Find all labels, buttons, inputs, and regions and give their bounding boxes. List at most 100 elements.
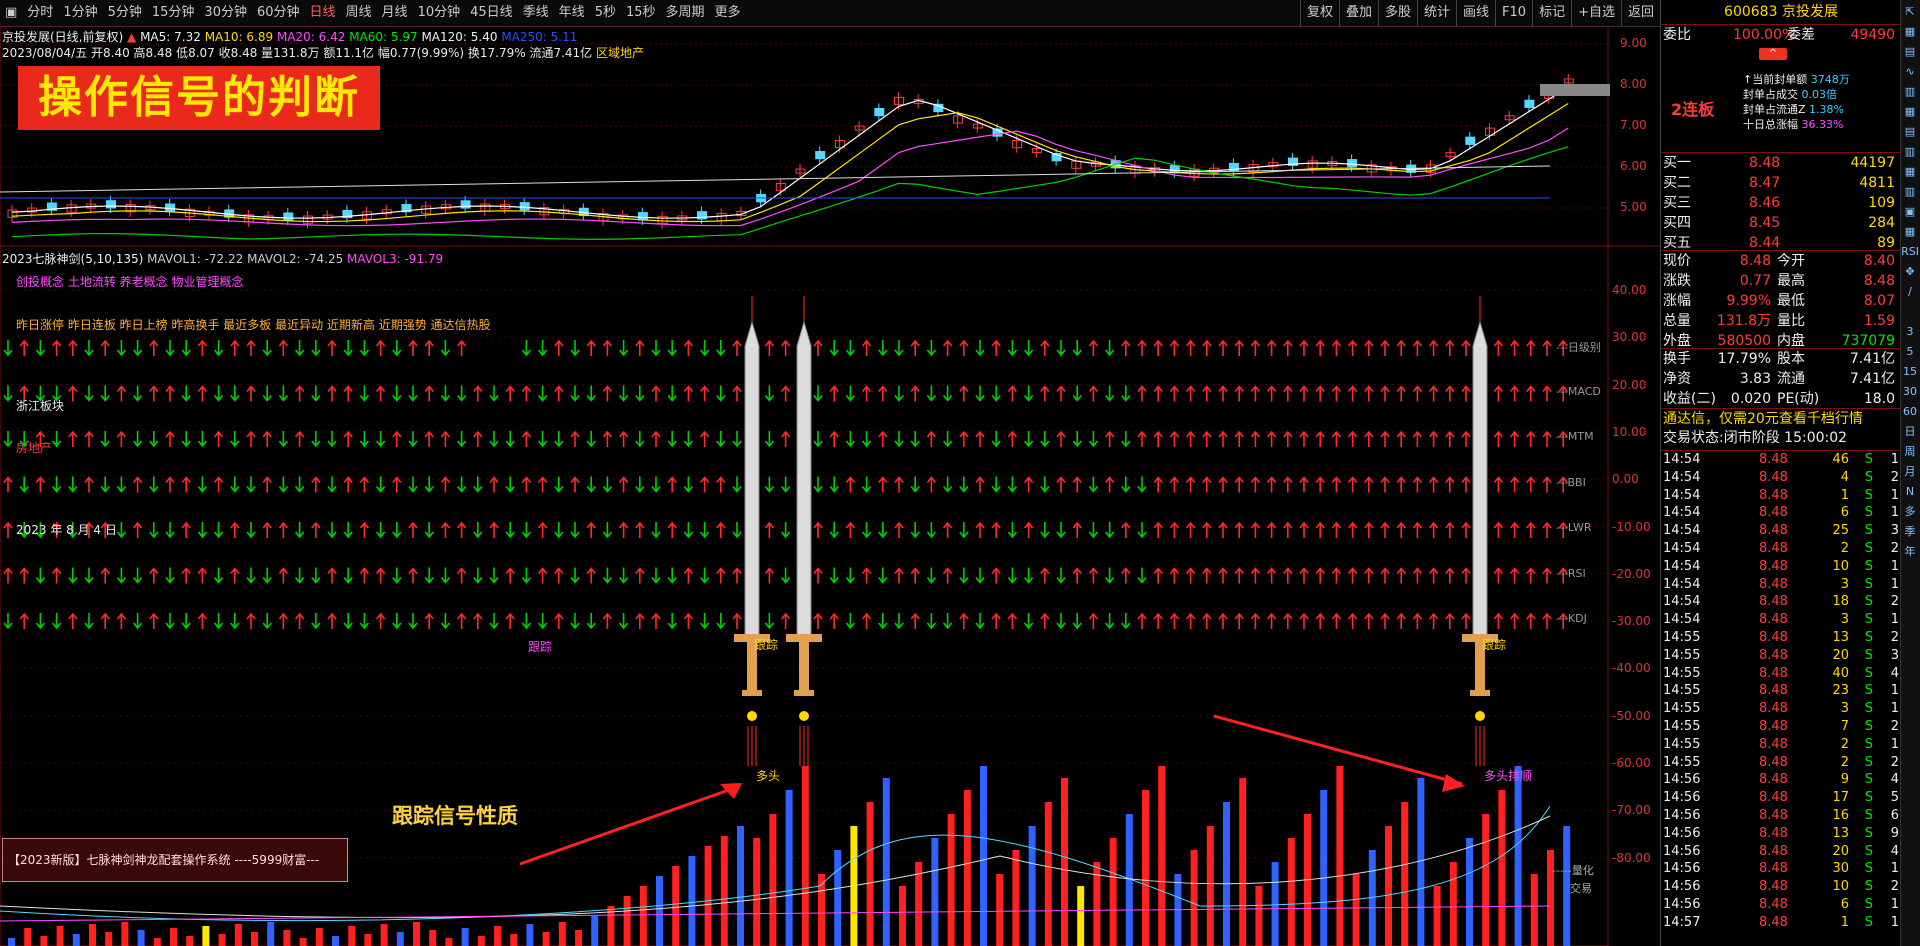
signal-arrow xyxy=(489,385,499,402)
side-tool-icon-24[interactable]: N xyxy=(1901,484,1919,500)
period-tab-15[interactable]: 多周期 xyxy=(661,0,710,26)
side-tool-icon-19[interactable]: 30 xyxy=(1901,384,1919,400)
volume-bar xyxy=(996,874,1004,946)
period-tab-2[interactable]: 5分钟 xyxy=(103,0,147,26)
side-tool-icon-4[interactable]: ▥ xyxy=(1901,84,1919,100)
signal-arrow xyxy=(1347,385,1358,402)
toolbar-button-8[interactable]: 返回 xyxy=(1620,0,1660,26)
signal-arrow xyxy=(829,476,839,493)
period-tab-5[interactable]: 60分钟 xyxy=(252,0,305,26)
bid-row[interactable]: 买四 8.45 284 xyxy=(1661,213,1901,233)
side-tool-icon-26[interactable]: 季 xyxy=(1901,524,1919,540)
indicator-title: 2023七脉神剑(5,10,135) xyxy=(2,252,144,266)
signal-arrow xyxy=(1137,612,1147,629)
quote-panel: 600683 京投发展 委比 100.00% 委差 49490 ^ 2连板 ↑当… xyxy=(1660,0,1903,946)
signal-arrow xyxy=(3,567,13,584)
side-tool-icon-3[interactable]: ∿ xyxy=(1901,64,1919,80)
period-tab-11[interactable]: 季线 xyxy=(518,0,554,26)
signal-arrow xyxy=(1218,567,1228,584)
side-tool-icon-2[interactable]: ▤ xyxy=(1901,44,1919,60)
toolbar-button-5[interactable]: F10 xyxy=(1495,0,1532,26)
side-tool-icon-16[interactable]: 3 xyxy=(1901,324,1919,340)
signal-arrow xyxy=(1509,476,1520,493)
signal-arrow xyxy=(894,476,904,493)
side-tool-icon-27[interactable]: 年 xyxy=(1901,544,1919,560)
toolbar-button-1[interactable]: 叠加 xyxy=(1338,0,1378,26)
volume-bar xyxy=(1514,766,1522,946)
side-tool-icon-14[interactable]: ∕ xyxy=(1901,284,1919,300)
side-tool-icon-11[interactable]: ▦ xyxy=(1901,224,1919,240)
side-tool-icon-9[interactable]: ▥ xyxy=(1901,184,1919,200)
signal-arrow xyxy=(667,340,677,357)
side-tool-icon-23[interactable]: 月 xyxy=(1901,464,1919,480)
kline-chart[interactable] xyxy=(0,26,1660,946)
side-tool-icon-21[interactable]: 日 xyxy=(1901,424,1919,440)
signal-arrow xyxy=(149,339,159,356)
sector-link[interactable]: 区域地产 xyxy=(596,46,644,60)
volume-bar xyxy=(1223,802,1230,946)
side-tool-icon-18[interactable]: 15 xyxy=(1901,364,1919,380)
side-tool-icon-1[interactable]: ▦ xyxy=(1901,24,1919,40)
signal-arrow xyxy=(1234,521,1244,538)
period-tab-3[interactable]: 15分钟 xyxy=(147,0,200,26)
side-tool-icon-22[interactable]: 周 xyxy=(1901,444,1919,460)
signal-arrow xyxy=(1428,476,1439,493)
period-tab-0[interactable]: 分时 xyxy=(22,0,58,26)
toolbar-button-2[interactable]: 多股 xyxy=(1377,0,1417,26)
side-tool-icon-12[interactable]: RSI xyxy=(1901,244,1919,260)
side-tool-icon-7[interactable]: ▥ xyxy=(1901,144,1919,160)
bid-row[interactable]: 买一 8.48 44197 xyxy=(1661,153,1901,173)
volume-bar xyxy=(170,928,177,946)
period-tab-4[interactable]: 30分钟 xyxy=(199,0,252,26)
period-tab-10[interactable]: 45日线 xyxy=(465,0,518,26)
toolbar-button-3[interactable]: 统计 xyxy=(1417,0,1456,26)
side-tool-icon-20[interactable]: 60 xyxy=(1901,404,1919,420)
volume-bar xyxy=(1433,886,1441,946)
side-tool-icon-8[interactable]: ▦ xyxy=(1901,164,1919,180)
period-tab-12[interactable]: 年线 xyxy=(554,0,590,26)
signal-arrow xyxy=(278,476,289,493)
signal-arrow xyxy=(910,431,920,448)
period-tab-6[interactable]: 日线 xyxy=(305,0,341,26)
signal-arrow xyxy=(894,385,904,402)
period-tab-13[interactable]: 5秒 xyxy=(590,0,621,26)
signal-arrow xyxy=(651,385,661,402)
bid-row[interactable]: 买二 8.47 4811 xyxy=(1661,173,1901,193)
side-tool-icon-10[interactable]: ▣ xyxy=(1901,204,1919,220)
side-tool-icon-6[interactable]: ▤ xyxy=(1901,124,1919,140)
period-tab-1[interactable]: 1分钟 xyxy=(58,0,102,26)
tick-list[interactable]: 14:54 8.48 46 S 1 14:54 8.48 4 S 2 14:54 8.48 1 S 1 14:… xyxy=(1661,450,1901,932)
signal-arrow xyxy=(1493,476,1504,493)
side-tool-icon-5[interactable]: ▦ xyxy=(1901,104,1919,120)
signal-arrow xyxy=(1364,385,1374,402)
promo-link[interactable]: 通达信，仅需20元查看千档行情 xyxy=(1661,408,1903,429)
toolbar-button-4[interactable]: 画线 xyxy=(1456,0,1495,26)
ma-line xyxy=(11,146,1569,240)
collapse-button[interactable]: ^ xyxy=(1759,48,1787,60)
side-tool-icon-17[interactable]: 5 xyxy=(1901,344,1919,360)
signal-arrow xyxy=(683,567,694,584)
toolbar-button-7[interactable]: +自选 xyxy=(1571,0,1621,26)
signal-arrow xyxy=(1445,521,1455,538)
period-tab-7[interactable]: 周线 xyxy=(341,0,377,26)
signal-arrow xyxy=(910,522,920,539)
bid-row[interactable]: 买三 8.46 109 xyxy=(1661,193,1901,213)
side-tool-icon-0[interactable]: ⇱ xyxy=(1901,4,1919,20)
period-tab-14[interactable]: 15秒 xyxy=(621,0,661,26)
toolbar-button-0[interactable]: 复权 xyxy=(1299,0,1339,26)
period-tab-9[interactable]: 10分钟 xyxy=(413,0,466,26)
signal-arrow xyxy=(473,522,483,539)
signal-arrow xyxy=(359,567,370,584)
panel-toggle-icon[interactable]: ▣ xyxy=(0,0,22,26)
signal-arrow xyxy=(1315,339,1325,356)
signal-arrow xyxy=(278,431,289,448)
side-tool-icon-13[interactable]: ✥ xyxy=(1901,264,1919,280)
ma-info-line: 京投发展(日线,前复权) ▲ MA5: 7.32 MA10: 6.89 MA20… xyxy=(2,28,577,45)
signal-arrow xyxy=(294,567,305,584)
side-tool-icon-25[interactable]: 多 xyxy=(1901,504,1919,520)
period-tab-8[interactable]: 月线 xyxy=(377,0,413,26)
period-tab-16[interactable]: 更多 xyxy=(710,0,746,26)
side-tool-icon-15[interactable] xyxy=(1901,304,1919,320)
toolbar-button-6[interactable]: 标记 xyxy=(1532,0,1571,26)
signal-arrow xyxy=(392,430,402,447)
